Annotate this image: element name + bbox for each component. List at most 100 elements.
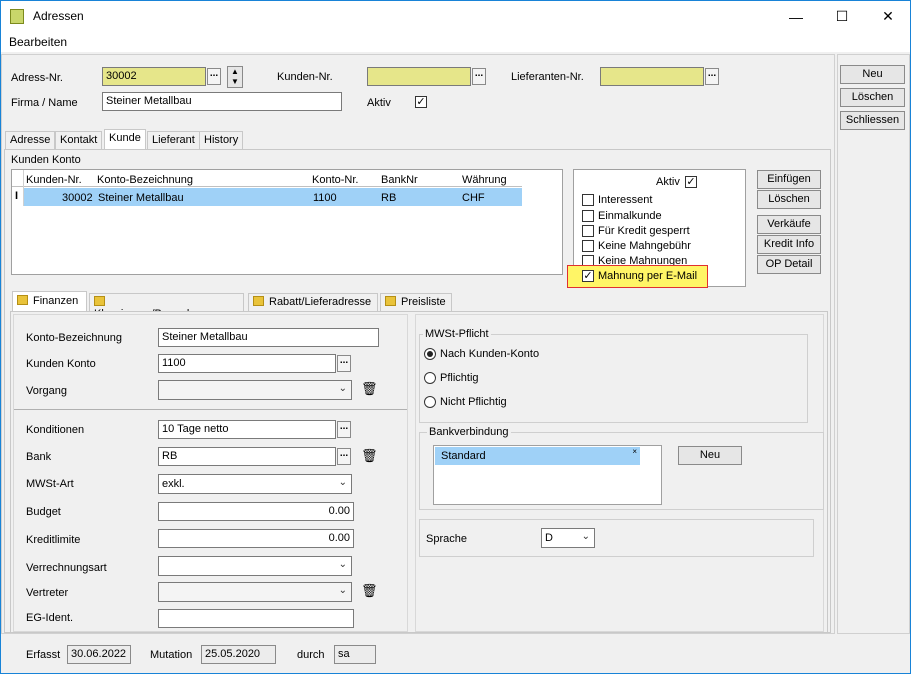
flags-aktiv-checkbox[interactable]: ✓ bbox=[685, 176, 697, 188]
grid-col-konto-nr[interactable]: Konto-Nr. bbox=[312, 174, 358, 186]
trash-icon[interactable]: 🗑 bbox=[361, 381, 378, 397]
kunden-nr-field[interactable] bbox=[367, 67, 471, 86]
kunden-nr-label: Kunden-Nr. bbox=[277, 71, 333, 83]
window-title: Adressen bbox=[33, 9, 84, 23]
sprache-label: Sprache bbox=[426, 533, 467, 545]
konditionen-field[interactable]: 10 Tage netto bbox=[158, 420, 336, 439]
maximize-icon[interactable]: ☐ bbox=[819, 1, 865, 32]
konditionen-label: Konditionen bbox=[26, 424, 85, 436]
adressen-window: Adressen — ☐ ✕ Bearbeiten Adress-Nr. 300… bbox=[0, 0, 911, 674]
grid-header bbox=[12, 170, 522, 187]
budget-label: Budget bbox=[26, 506, 61, 518]
einmalkunde-checkbox[interactable] bbox=[582, 210, 594, 222]
firma-field[interactable]: Steiner Metallbau bbox=[102, 92, 342, 111]
schliessen-button[interactable]: Schliessen bbox=[840, 111, 905, 130]
mwst-pflichtig-radio[interactable] bbox=[424, 372, 436, 384]
erfasst-label: Erfasst bbox=[26, 649, 61, 661]
kunden-nr-lookup-button[interactable]: ... bbox=[472, 68, 486, 85]
adress-nr-field[interactable]: 30002 bbox=[102, 67, 206, 86]
vorgang-select[interactable]: ⌄ bbox=[158, 380, 352, 400]
tab-lieferant[interactable]: Lieferant bbox=[147, 131, 200, 149]
tab-adresse[interactable]: Adresse bbox=[5, 131, 56, 149]
subtab-rabatt[interactable]: Rabatt/Lieferadresse bbox=[248, 293, 378, 311]
einfuegen-button[interactable]: Einfügen bbox=[757, 170, 821, 189]
row-cursor-icon: I bbox=[15, 190, 19, 202]
subtab-preisliste[interactable]: Preisliste bbox=[380, 293, 452, 311]
grid-col-waehrung[interactable]: Währung bbox=[462, 174, 507, 186]
kunden-konto-lookup-button[interactable]: ... bbox=[337, 355, 351, 372]
adress-nr-label: Adress-Nr. bbox=[11, 72, 63, 84]
vorgang-label: Vorgang bbox=[26, 385, 67, 397]
kredit-gesperrt-checkbox[interactable] bbox=[582, 225, 594, 237]
lieferanten-nr-field[interactable] bbox=[600, 67, 704, 86]
adress-nr-spinner[interactable]: ▲ ▼ bbox=[227, 66, 243, 88]
chevron-down-icon: ⌄ bbox=[581, 531, 590, 542]
mwst-nicht-pflichtig-radio[interactable] bbox=[424, 396, 436, 408]
grid-col-kunden-nr[interactable]: Kunden-Nr. bbox=[26, 174, 82, 186]
mwst-pflichtig-label: Pflichtig bbox=[440, 372, 479, 384]
grid-loeschen-button[interactable]: Löschen bbox=[757, 190, 821, 209]
row-konto-nr: 1100 bbox=[313, 192, 337, 204]
grid-col-konto-bez[interactable]: Konto-Bezeichnung bbox=[97, 174, 193, 186]
sprache-value: D bbox=[545, 532, 553, 544]
firma-label: Firma / Name bbox=[11, 97, 78, 109]
budget-field[interactable]: 0.00 bbox=[158, 502, 354, 521]
konditionen-lookup-button[interactable]: ... bbox=[337, 421, 351, 438]
kunden-konto-field[interactable]: 1100 bbox=[158, 354, 336, 373]
list-item[interactable]: Standard × bbox=[435, 447, 640, 465]
aktiv-label: Aktiv bbox=[367, 97, 391, 109]
title-bar: Adressen — ☐ ✕ bbox=[1, 1, 910, 32]
konto-bez-field[interactable]: Steiner Metallbau bbox=[158, 328, 379, 347]
kredit-info-button[interactable]: Kredit Info bbox=[757, 235, 821, 254]
interessent-checkbox[interactable] bbox=[582, 194, 594, 206]
trash-icon[interactable]: 🗑 bbox=[361, 448, 378, 464]
mwst-art-select[interactable]: exkl. ⌄ bbox=[158, 474, 352, 494]
verrechnungsart-select[interactable]: ⌄ bbox=[158, 556, 352, 576]
close-icon[interactable]: × bbox=[632, 447, 637, 456]
kreditlimite-field[interactable]: 0.00 bbox=[158, 529, 354, 548]
op-detail-button[interactable]: OP Detail bbox=[757, 255, 821, 274]
subtab-klassierung[interactable]: Klassierung/Bemerkungen bbox=[89, 293, 244, 320]
menu-bearbeiten[interactable]: Bearbeiten bbox=[9, 35, 67, 49]
chevron-down-icon: ⌄ bbox=[338, 559, 347, 570]
verkaeufe-button[interactable]: Verkäufe bbox=[757, 215, 821, 234]
eg-ident-field[interactable] bbox=[158, 609, 354, 628]
bank-lookup-button[interactable]: ... bbox=[337, 448, 351, 465]
kunden-konto-label: Kunden Konto bbox=[26, 358, 96, 370]
bank-field[interactable]: RB bbox=[158, 447, 336, 466]
minimize-icon[interactable]: — bbox=[773, 1, 819, 32]
trash-icon[interactable]: 🗑 bbox=[361, 583, 378, 599]
tab-kontakt[interactable]: Kontakt bbox=[55, 131, 103, 149]
mwst-art-value: exkl. bbox=[162, 478, 185, 490]
durch-label: durch bbox=[297, 649, 325, 661]
sprache-group bbox=[419, 519, 814, 557]
side-panel bbox=[837, 54, 910, 634]
kredit-gesperrt-label: Für Kredit gesperrt bbox=[598, 225, 690, 237]
bank-group-title: Bankverbindung bbox=[427, 426, 511, 438]
folder-icon bbox=[253, 296, 264, 306]
lieferanten-nr-lookup-button[interactable]: ... bbox=[705, 68, 719, 85]
bank-neu-button[interactable]: Neu bbox=[678, 446, 742, 465]
subtab-finanzen[interactable]: Finanzen bbox=[12, 291, 87, 312]
grid-col-banknr[interactable]: BankNr bbox=[381, 174, 418, 186]
tab-kunde[interactable]: Kunde bbox=[104, 129, 146, 149]
neu-button[interactable]: Neu bbox=[840, 65, 905, 84]
mwst-nicht-pflichtig-label: Nicht Pflichtig bbox=[440, 396, 507, 408]
erfasst-field: 30.06.2022 bbox=[67, 645, 131, 664]
vertreter-select[interactable]: ⌄ bbox=[158, 582, 352, 602]
mwst-nach-kunden-radio[interactable] bbox=[424, 348, 436, 360]
mahnung-email-checkbox[interactable]: ✓ bbox=[582, 270, 594, 282]
keine-mahngebuehr-checkbox[interactable] bbox=[582, 240, 594, 252]
subtab-finanzen-label: Finanzen bbox=[33, 295, 79, 307]
app-icon bbox=[10, 9, 24, 24]
sprache-select[interactable]: D ⌄ bbox=[541, 528, 595, 548]
tab-history[interactable]: History bbox=[199, 131, 244, 149]
subtab-preisliste-label: Preisliste bbox=[401, 296, 446, 308]
adress-nr-lookup-button[interactable]: ... bbox=[207, 68, 221, 85]
close-icon[interactable]: ✕ bbox=[865, 1, 911, 32]
folder-icon bbox=[385, 296, 396, 306]
subtab-rabatt-label: Rabatt/Lieferadresse bbox=[269, 296, 372, 308]
mwst-nach-kunden-label: Nach Kunden-Konto bbox=[440, 348, 540, 360]
loeschen-button[interactable]: Löschen bbox=[840, 88, 905, 107]
aktiv-checkbox[interactable]: ✓ bbox=[415, 96, 427, 108]
